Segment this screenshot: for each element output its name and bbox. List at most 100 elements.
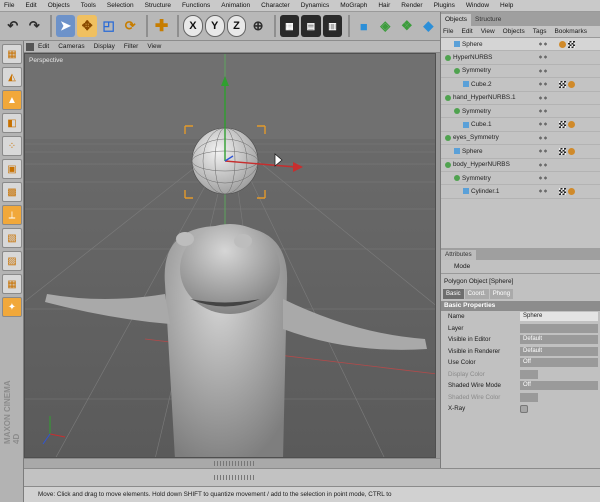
menu-structure[interactable]: Structure	[145, 2, 171, 9]
scale-tool-icon[interactable]: ◰	[99, 15, 119, 37]
polygons-mode-icon[interactable]: ▩	[2, 182, 22, 202]
visibility-dots-icon[interactable]	[538, 134, 548, 141]
add-object-icon[interactable]: ✚	[152, 15, 172, 37]
om-menu-edit[interactable]: Edit	[461, 28, 472, 35]
scrollbar-grip[interactable]	[214, 461, 254, 466]
menu-tools[interactable]: Tools	[81, 2, 96, 9]
rotate-tool-icon[interactable]: ⟳	[120, 15, 140, 37]
menu-render[interactable]: Render	[401, 2, 422, 9]
phong-tag-icon[interactable]	[568, 81, 575, 89]
subtab-coord[interactable]: Coord.	[464, 289, 489, 299]
phong-tag-icon[interactable]	[568, 148, 575, 156]
object-row[interactable]: eyes_Symmetry	[441, 132, 600, 146]
menu-animation[interactable]: Animation	[221, 2, 250, 9]
visibility-dots-icon[interactable]	[538, 67, 548, 74]
array-icon[interactable]: ❖	[397, 15, 417, 37]
object-row[interactable]: Sphere	[441, 145, 600, 159]
visibility-dots-icon[interactable]	[538, 148, 548, 155]
edges-mode-icon[interactable]: ▣	[2, 159, 22, 179]
object-row[interactable]: hand_HyperNURBS.1	[441, 92, 600, 105]
visibility-dots-icon[interactable]	[538, 188, 548, 195]
attribute-checkbox[interactable]	[520, 404, 528, 413]
texture-tag-icon[interactable]	[559, 188, 566, 196]
texture-tag-icon[interactable]	[559, 121, 566, 129]
render-settings-icon[interactable]: ▥	[322, 15, 343, 37]
deformer-icon[interactable]: ◆	[419, 15, 439, 37]
phong-tag-icon[interactable]	[568, 188, 575, 196]
menu-mograph[interactable]: MoGraph	[340, 2, 367, 9]
x-axis-button[interactable]: X	[183, 15, 203, 37]
menu-objects[interactable]: Objects	[48, 2, 70, 9]
tweak-mode-icon[interactable]: ▧	[2, 228, 22, 248]
render-picture-viewer-icon[interactable]: ▤	[301, 15, 321, 37]
redo-icon[interactable]: ↷	[25, 15, 45, 37]
attribute-value-field[interactable]: Default	[520, 346, 598, 356]
attribute-value-field[interactable]: Off	[520, 381, 598, 391]
texture-tag-icon[interactable]	[559, 81, 566, 89]
subtab-phong[interactable]: Phong	[489, 289, 514, 299]
phong-tag-icon[interactable]	[559, 41, 566, 48]
object-row[interactable]: Symmetry	[441, 105, 600, 119]
sculpt-icon[interactable]: ✦	[2, 297, 22, 317]
perspective-viewport[interactable]: Perspective	[24, 53, 436, 458]
live-selection-icon[interactable]: ➤	[55, 15, 76, 37]
uv-points-icon[interactable]: ▨	[2, 251, 22, 271]
menu-character[interactable]: Character	[261, 2, 290, 9]
menu-functions[interactable]: Functions	[182, 2, 210, 9]
points-mode-icon[interactable]: ⁘	[2, 136, 22, 156]
object-row[interactable]: Cube.1	[441, 118, 600, 132]
make-editable-icon[interactable]: ▦	[2, 44, 22, 64]
undo-icon[interactable]: ↶	[3, 15, 23, 37]
move-tool-icon[interactable]: ✥	[77, 15, 97, 37]
timeline-bar[interactable]	[24, 468, 600, 486]
visibility-dots-icon[interactable]	[538, 174, 548, 181]
coordinate-system-icon[interactable]: ⊕	[248, 15, 268, 37]
viewport-menu-filter[interactable]: Filter	[124, 43, 138, 50]
attribute-value-field[interactable]: Sphere	[520, 312, 598, 322]
menu-dynamics[interactable]: Dynamics	[301, 2, 330, 9]
om-menu-view[interactable]: View	[481, 28, 495, 35]
nurbs-icon[interactable]: ◈	[376, 15, 396, 37]
y-axis-button[interactable]: Y	[204, 15, 225, 37]
object-row[interactable]: Symmetry	[441, 172, 600, 186]
texture-tag-icon[interactable]	[568, 41, 575, 48]
attribute-value-field[interactable]	[520, 323, 598, 333]
tab-attributes[interactable]: Attributes	[441, 250, 476, 260]
texture-tag-icon[interactable]	[559, 148, 566, 156]
menu-help[interactable]: Help	[500, 2, 513, 9]
subtab-basic[interactable]: Basic	[443, 289, 464, 299]
viewport-layout-icon[interactable]	[26, 42, 34, 51]
viewport-menu-cameras[interactable]: Cameras	[58, 43, 84, 50]
om-menu-tags[interactable]: Tags	[533, 28, 547, 35]
visibility-dots-icon[interactable]	[538, 54, 548, 61]
attributes-mode-menu[interactable]: Mode	[454, 263, 470, 270]
om-menu-bookmarks[interactable]: Bookmarks	[554, 28, 587, 35]
visibility-dots-icon[interactable]	[538, 94, 548, 101]
object-row[interactable]: HyperNURBS	[441, 51, 600, 65]
z-axis-button[interactable]: Z	[226, 15, 247, 37]
model-mode-icon[interactable]: ◭	[2, 67, 22, 87]
attribute-value-field[interactable]: Default	[520, 335, 598, 345]
menu-edit[interactable]: Edit	[25, 2, 36, 9]
phong-tag-icon[interactable]	[568, 121, 575, 129]
attribute-value-field[interactable]: Off	[520, 358, 598, 368]
object-mode-icon[interactable]: ▲	[2, 90, 22, 110]
timeline-grip[interactable]	[214, 475, 254, 480]
visibility-dots-icon[interactable]	[538, 107, 548, 114]
object-row[interactable]: Sphere	[441, 38, 600, 52]
visibility-dots-icon[interactable]	[538, 81, 548, 88]
visibility-dots-icon[interactable]	[538, 161, 548, 168]
visibility-dots-icon[interactable]	[538, 41, 548, 47]
viewport-menu-display[interactable]: Display	[94, 43, 115, 50]
om-menu-file[interactable]: File	[443, 28, 453, 35]
object-row[interactable]: Cube.2	[441, 78, 600, 92]
tab-objects[interactable]: Objects	[441, 14, 472, 26]
menu-window[interactable]: Window	[466, 2, 489, 9]
viewport-menu-view[interactable]: View	[147, 43, 161, 50]
visibility-dots-icon[interactable]	[538, 121, 548, 128]
viewport-menu-edit[interactable]: Edit	[38, 43, 49, 50]
viewport-horizontal-scrollbar[interactable]	[24, 458, 440, 468]
object-row[interactable]: Symmetry	[441, 65, 600, 79]
uv-polygons-icon[interactable]: ▦	[2, 274, 22, 294]
cube-object-icon[interactable]: ■	[354, 15, 374, 37]
